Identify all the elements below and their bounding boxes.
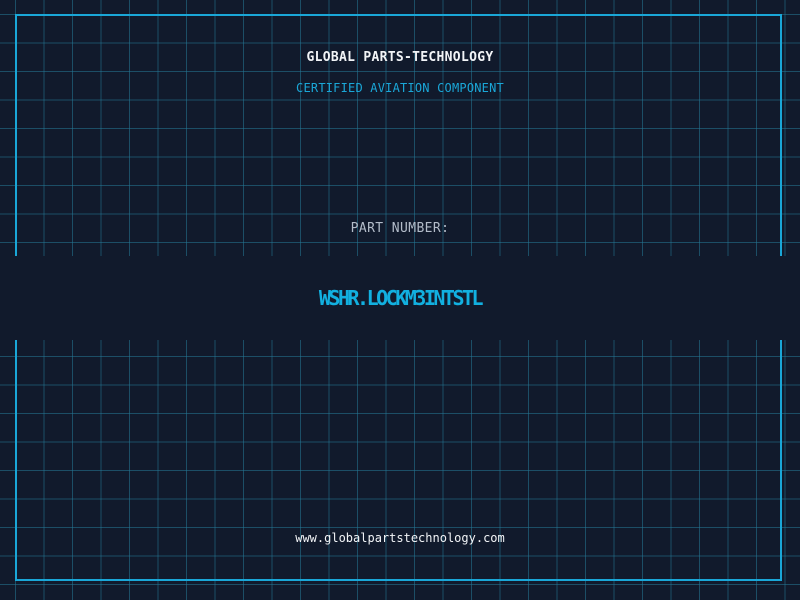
- part-number-label: PART NUMBER:: [350, 221, 450, 236]
- part-label-card: GLOBAL PARTS-TECHNOLOGY CERTIFIED AVIATI…: [0, 0, 800, 600]
- company-name: GLOBAL PARTS-TECHNOLOGY: [306, 50, 494, 65]
- part-number-value: WSHR.LOCKM3INTSTL: [318, 286, 484, 310]
- certification-subtitle: CERTIFIED AVIATION COMPONENT: [296, 81, 504, 95]
- website-url: www.globalpartstechnology.com: [295, 531, 505, 545]
